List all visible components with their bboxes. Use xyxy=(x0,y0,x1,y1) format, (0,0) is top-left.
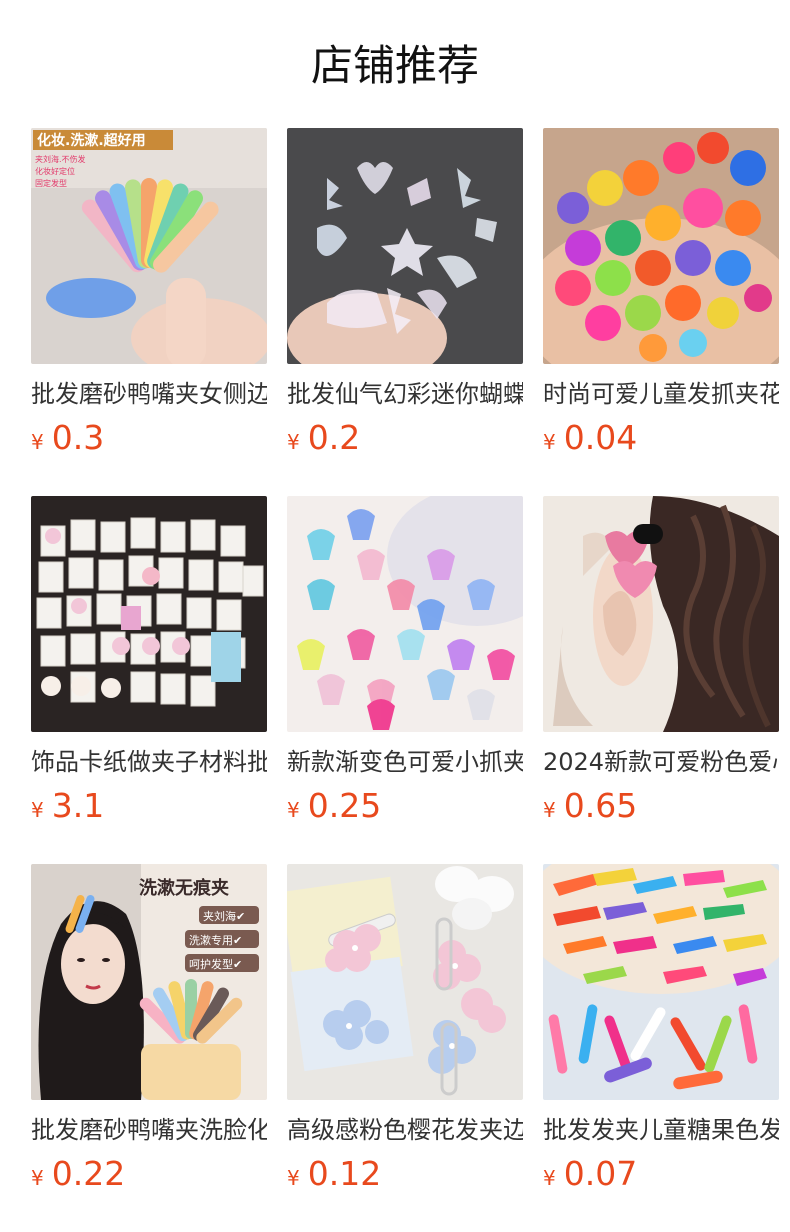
currency-symbol: ¥ xyxy=(543,1166,556,1190)
product-card[interactable]: 高级感粉色樱花发夹边夹 ¥0.12 xyxy=(287,864,523,1204)
product-image[interactable] xyxy=(543,128,779,364)
product-name: 高级感粉色樱花发夹边夹 xyxy=(287,1116,523,1144)
product-image[interactable]: 化妆.洗漱.超好用 夹刘海.不伤发 化妆好定位 固定发型 xyxy=(31,128,267,364)
product-price: ¥0.25 xyxy=(287,786,381,826)
svg-text:洗漱专用✔: 洗漱专用✔ xyxy=(189,933,242,947)
product-image[interactable]: 洗漱无痕夹 夹刘海✔ 洗漱专用✔ 呵护发型✔ xyxy=(31,864,267,1100)
product-card[interactable]: 批发发夹儿童糖果色发卡 ¥0.07 xyxy=(543,864,779,1204)
product-card[interactable]: 批发仙气幻彩迷你蝴蝶抓夹 ¥0.2 xyxy=(287,128,523,468)
product-image[interactable] xyxy=(31,496,267,732)
price-amount: 0.22 xyxy=(51,1154,126,1193)
price-amount: 0.25 xyxy=(307,786,382,825)
product-name: 时尚可爱儿童发抓夹花朵 xyxy=(543,380,779,408)
svg-text:固定发型: 固定发型 xyxy=(35,178,67,188)
price-amount: 0.3 xyxy=(51,418,105,457)
currency-symbol: ¥ xyxy=(543,798,556,822)
product-image[interactable] xyxy=(543,496,779,732)
product-image[interactable] xyxy=(287,128,523,364)
product-price: ¥0.22 xyxy=(31,1154,125,1194)
product-price: ¥0.65 xyxy=(543,786,637,826)
price-amount: 0.65 xyxy=(563,786,638,825)
svg-text:化妆好定位: 化妆好定位 xyxy=(35,166,75,176)
product-image[interactable] xyxy=(287,496,523,732)
product-name: 饰品卡纸做夹子材料批发 xyxy=(31,748,267,776)
svg-text:夹刘海✔: 夹刘海✔ xyxy=(203,909,245,923)
product-price: ¥0.04 xyxy=(543,418,637,458)
product-name: 2024新款可爱粉色爱心发夹 xyxy=(543,748,779,776)
product-price: ¥0.07 xyxy=(543,1154,637,1194)
currency-symbol: ¥ xyxy=(543,430,556,454)
product-image[interactable] xyxy=(287,864,523,1100)
page-title: 店铺推荐 xyxy=(310,41,479,90)
svg-text:呵护发型✔: 呵护发型✔ xyxy=(189,957,242,971)
price-amount: 0.04 xyxy=(563,418,638,457)
product-price: ¥3.1 xyxy=(31,786,104,826)
product-card[interactable]: 时尚可爱儿童发抓夹花朵 ¥0.04 xyxy=(543,128,779,468)
product-name: 批发发夹儿童糖果色发卡 xyxy=(543,1116,779,1144)
price-amount: 3.1 xyxy=(51,786,105,825)
product-card[interactable]: 2024新款可爱粉色爱心发夹 ¥0.65 xyxy=(543,496,779,836)
currency-symbol: ¥ xyxy=(31,1166,44,1190)
product-card[interactable]: 化妆.洗漱.超好用 夹刘海.不伤发 化妆好定位 固定发型 批发磨砂鸭嘴夹女侧边 … xyxy=(31,128,267,468)
currency-symbol: ¥ xyxy=(287,430,300,454)
image-banner-text: 化妆.洗漱.超好用 xyxy=(37,132,146,149)
image-banner-text: 洗漱无痕夹 xyxy=(139,877,229,899)
product-name: 批发磨砂鸭嘴夹洗脸化妆 xyxy=(31,1116,267,1144)
currency-symbol: ¥ xyxy=(287,1166,300,1190)
product-price: ¥0.12 xyxy=(287,1154,381,1194)
product-name: 新款渐变色可爱小抓夹 xyxy=(287,748,523,776)
product-price: ¥0.2 xyxy=(287,418,360,458)
price-amount: 0.12 xyxy=(307,1154,382,1193)
product-image[interactable] xyxy=(543,864,779,1100)
product-name: 批发磨砂鸭嘴夹女侧边刘海夹 xyxy=(31,380,267,408)
currency-symbol: ¥ xyxy=(287,798,300,822)
product-card[interactable]: 饰品卡纸做夹子材料批发 ¥3.1 xyxy=(31,496,267,836)
product-name: 批发仙气幻彩迷你蝴蝶抓夹 xyxy=(287,380,523,408)
price-amount: 0.2 xyxy=(307,418,361,457)
price-amount: 0.07 xyxy=(563,1154,638,1193)
svg-text:夹刘海.不伤发: 夹刘海.不伤发 xyxy=(35,154,86,164)
product-card[interactable]: 新款渐变色可爱小抓夹 ¥0.25 xyxy=(287,496,523,836)
product-price: ¥0.3 xyxy=(31,418,104,458)
currency-symbol: ¥ xyxy=(31,798,44,822)
currency-symbol: ¥ xyxy=(31,430,44,454)
product-card[interactable]: 洗漱无痕夹 夹刘海✔ 洗漱专用✔ 呵护发型✔ 批发磨砂鸭嘴夹洗脸化 ¥ 0.22 xyxy=(31,864,267,1204)
